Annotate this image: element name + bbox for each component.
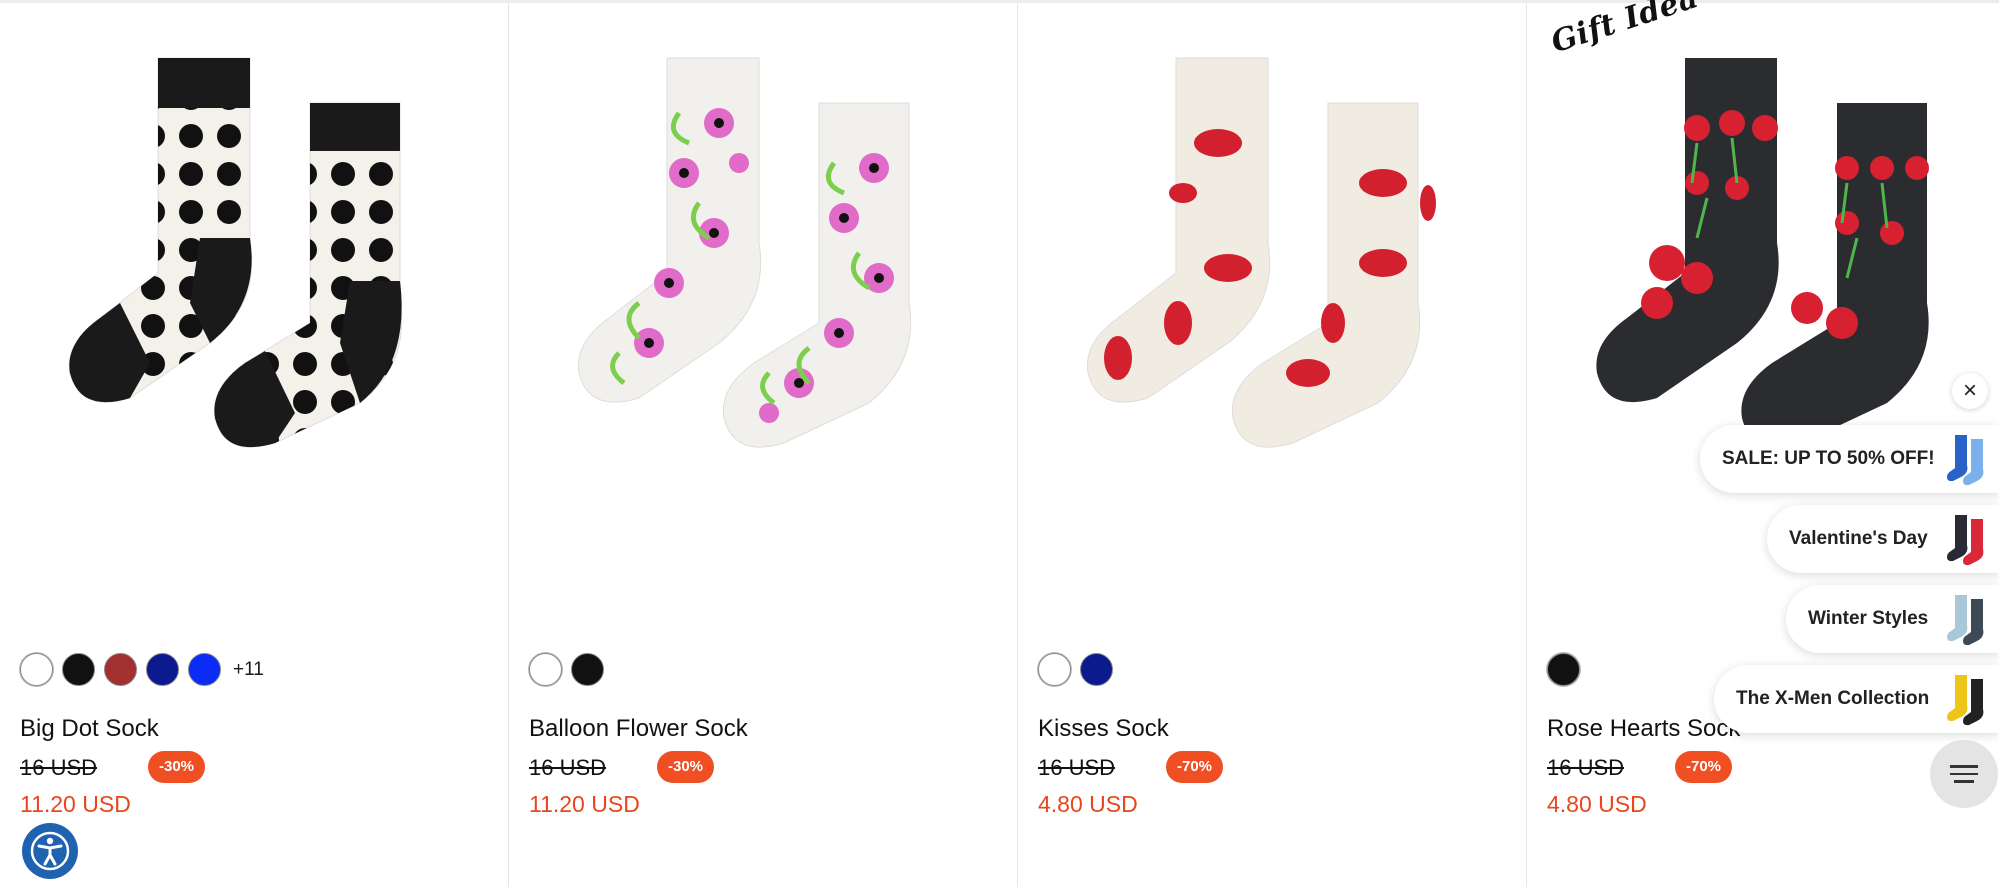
swatch-black[interactable] (571, 653, 604, 686)
product-image[interactable] (529, 3, 999, 623)
menu-icon[interactable] (1930, 740, 1998, 808)
sale-price: 4.80 USD (1038, 791, 1138, 817)
promo-item[interactable]: SALE: UP TO 50% OFF! (1700, 425, 1999, 493)
sock-pair-big-dot (68, 57, 403, 448)
sock-pair-kisses (1086, 57, 1436, 448)
menu-line (1954, 780, 1974, 783)
swatch-navy[interactable] (1080, 653, 1113, 686)
original-price: 16 USD (1547, 755, 1625, 780)
promo-item[interactable]: Winter Styles (1786, 585, 1999, 653)
original-price: 16 USD (529, 755, 607, 780)
swatch-white[interactable] (20, 653, 53, 686)
swatch-red[interactable] (104, 653, 137, 686)
promo-item[interactable]: The X-Men Collection (1714, 665, 1999, 733)
product-card[interactable]: +11 Big Dot Sock 16 USD -30% 11.20 USD (0, 3, 509, 887)
sock-thumbnail-icon (1947, 595, 1984, 646)
color-swatches (1038, 653, 1113, 686)
swatch-blue[interactable] (188, 653, 221, 686)
product-name[interactable]: Balloon Flower Sock (529, 715, 748, 743)
discount-badge: -30% (148, 751, 206, 783)
swatch-white[interactable] (1038, 653, 1071, 686)
more-colors-link[interactable]: +11 (233, 659, 264, 681)
promo-item[interactable]: Valentine's Day (1767, 505, 1999, 573)
swatch-navy[interactable] (146, 653, 179, 686)
sock-pair-balloon-flower (577, 57, 912, 448)
color-swatches (1547, 653, 1580, 686)
sock-thumbnail-icon (1947, 435, 1984, 486)
sale-price: 11.20 USD (20, 791, 131, 817)
color-swatches (529, 653, 604, 686)
promo-label: The X-Men Collection (1736, 688, 1930, 709)
promo-label: Valentine's Day (1789, 528, 1928, 549)
accessibility-icon[interactable] (22, 823, 78, 879)
product-image[interactable] (20, 3, 490, 623)
promo-label: Winter Styles (1808, 608, 1929, 629)
color-swatches: +11 (20, 653, 264, 686)
promo-label: SALE: UP TO 50% OFF! (1722, 448, 1935, 469)
discount-badge: -70% (1675, 751, 1733, 783)
accessibility-figure-icon (30, 831, 70, 871)
sale-price: 11.20 USD (529, 791, 640, 817)
product-name[interactable]: Kisses Sock (1038, 715, 1169, 743)
discount-badge: -30% (657, 751, 715, 783)
menu-line (1950, 772, 1978, 776)
menu-line (1950, 765, 1978, 768)
product-name[interactable]: Rose Hearts Sock (1547, 715, 1740, 743)
sale-price: 4.80 USD (1547, 791, 1647, 817)
original-price: 16 USD (20, 755, 98, 780)
swatch-black[interactable] (62, 653, 95, 686)
swatch-white[interactable] (529, 653, 562, 686)
product-name[interactable]: Big Dot Sock (20, 715, 159, 743)
product-card[interactable]: Kisses Sock 16 USD -70% 4.80 USD (1018, 3, 1527, 887)
swatch-black[interactable] (1547, 653, 1580, 686)
product-grid: +11 Big Dot Sock 16 USD -30% 11.20 USD B… (0, 0, 1999, 887)
product-card[interactable]: Balloon Flower Sock 16 USD -30% 11.20 US… (509, 3, 1018, 887)
original-price: 16 USD (1038, 755, 1116, 780)
sock-thumbnail-icon (1947, 515, 1984, 566)
sock-thumbnail-icon (1947, 675, 1984, 726)
close-icon[interactable]: × (1952, 373, 1988, 409)
product-image[interactable] (1038, 3, 1508, 623)
discount-badge: -70% (1166, 751, 1224, 783)
